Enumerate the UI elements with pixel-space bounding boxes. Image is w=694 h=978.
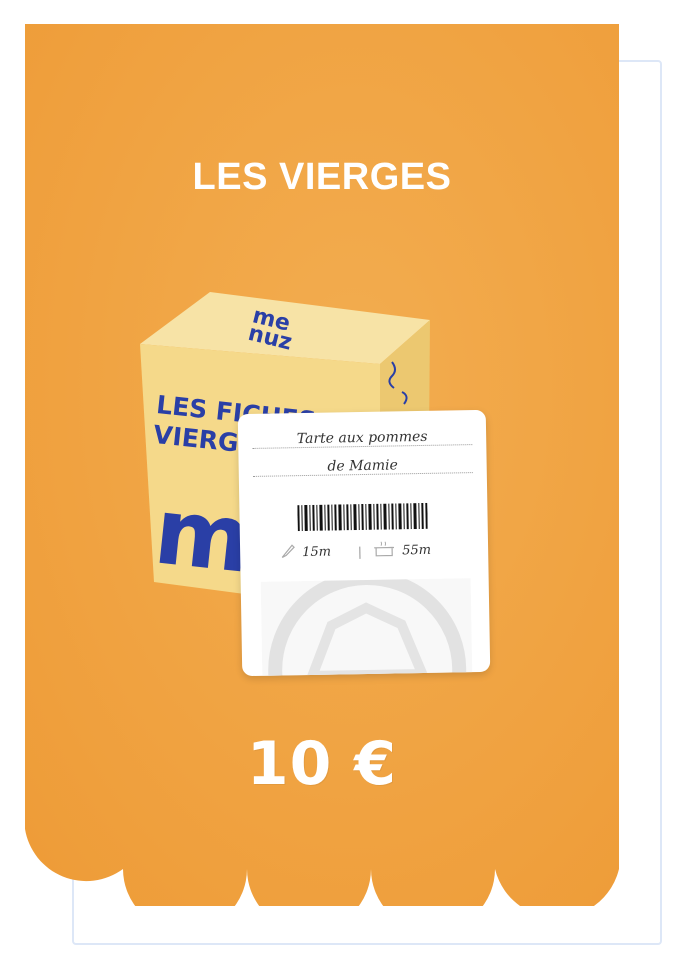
prep-time: 15m xyxy=(302,544,332,561)
product-title: LES VIERGES xyxy=(192,156,452,198)
meta-divider: | xyxy=(358,544,362,560)
knife-icon xyxy=(281,544,295,558)
product-price: 10 € xyxy=(246,729,398,799)
recipe-line-1: Tarte aux pommes xyxy=(252,428,473,449)
pot-icon xyxy=(374,541,395,557)
plate-illustration xyxy=(260,578,473,677)
recipe-card-image: Tarte aux pommes de Mamie 15m | 55m xyxy=(237,409,491,677)
product-card[interactable]: LES VIERGES me LES FICHES VIERG me nuz T… xyxy=(25,24,619,906)
recipe-line-2: de Mamie xyxy=(252,456,473,477)
barcode-icon xyxy=(297,502,428,532)
cook-time: 55m xyxy=(402,542,432,559)
